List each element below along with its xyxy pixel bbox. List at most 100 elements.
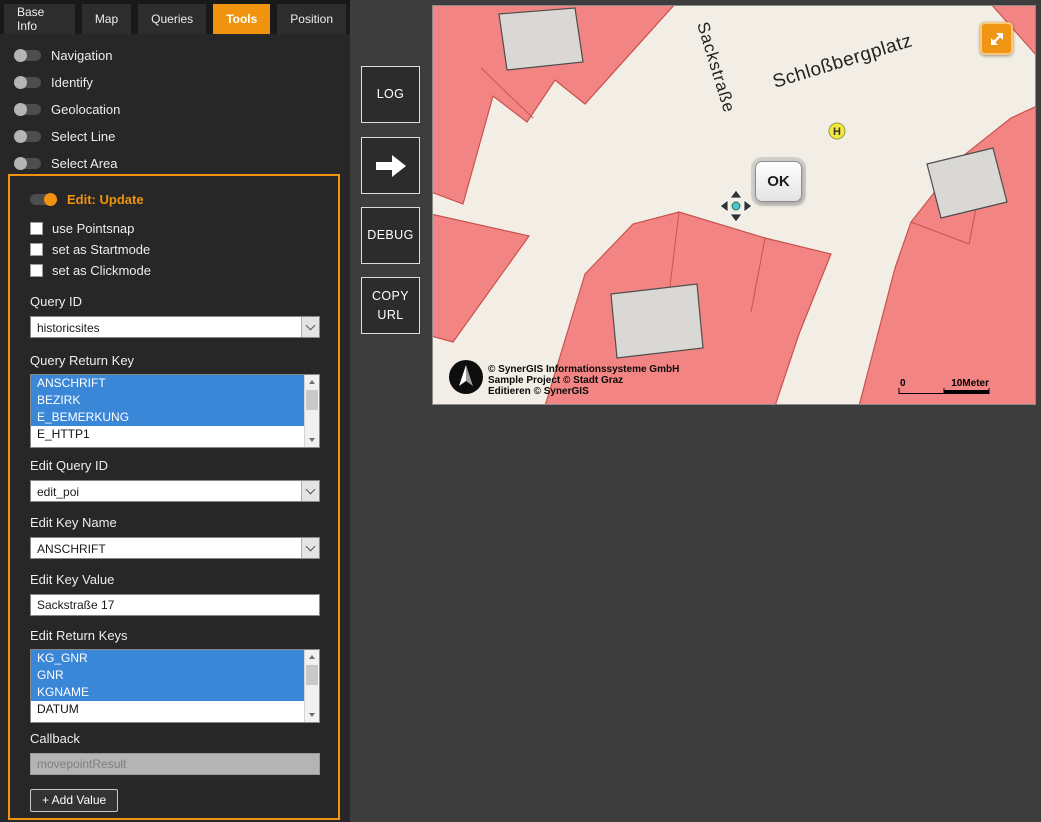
list-item[interactable]: GNR	[31, 667, 304, 684]
edit-key-name-select[interactable]: ANSCHRIFT	[30, 537, 320, 559]
tab-position[interactable]: Position	[277, 4, 346, 34]
forward-button[interactable]	[361, 137, 420, 194]
arrow-down-icon	[309, 438, 315, 442]
listbox-items: ANSCHRIFT BEZIRK E_BEMERKUNG E_HTTP1	[31, 375, 304, 447]
arrow-right-icon	[374, 153, 408, 179]
add-value-button[interactable]: + Add Value	[30, 789, 118, 812]
set-startmode-row[interactable]: set as Startmode	[30, 242, 320, 257]
query-id-label: Query ID	[30, 294, 320, 309]
arrow-up-icon	[309, 380, 315, 384]
list-item[interactable]: ANSCHRIFT	[31, 375, 304, 392]
toggle-row-select-line: Select Line	[14, 129, 350, 143]
edit-update-panel: Edit: Update use Pointsnap set as Startm…	[8, 174, 340, 820]
tab-base-info[interactable]: Base Info	[4, 4, 75, 34]
select-line-toggle[interactable]	[14, 131, 41, 142]
list-item[interactable]: E_BEMERKUNG	[31, 409, 304, 426]
attribution-line: © SynerGIS Informationssysteme GmbH	[488, 364, 679, 375]
query-id-value: historicsites	[31, 317, 301, 337]
scrollbar-up-button[interactable]	[305, 650, 319, 664]
geolocation-toggle[interactable]	[14, 104, 41, 115]
select-area-toggle[interactable]	[14, 158, 41, 169]
hydrant-marker: H	[829, 123, 845, 139]
toggle-row-identify: Identify	[14, 75, 350, 89]
list-item[interactable]: KGNAME	[31, 684, 304, 701]
edit-key-name-dropdown-button[interactable]	[301, 538, 319, 558]
expand-button[interactable]	[980, 22, 1013, 55]
ok-button[interactable]: OK	[755, 161, 802, 202]
query-return-key-label: Query Return Key	[30, 353, 320, 368]
query-id-select[interactable]: historicsites	[30, 316, 320, 338]
list-item[interactable]: DATUM	[31, 701, 304, 718]
edit-key-value-label: Edit Key Value	[30, 572, 320, 587]
tools-sidebar: Base Info Map Queries Tools Position Nav…	[0, 0, 350, 822]
toggle-row-navigation: Navigation	[14, 48, 350, 62]
callback-input	[30, 753, 320, 775]
use-pointsnap-row[interactable]: use Pointsnap	[30, 221, 320, 236]
edit-update-header: Edit: Update	[30, 192, 320, 207]
query-return-key-listbox[interactable]: ANSCHRIFT BEZIRK E_BEMERKUNG E_HTTP1	[30, 374, 320, 448]
edit-checkbox-group: use Pointsnap set as Startmode set as Cl…	[30, 221, 320, 278]
identify-toggle[interactable]	[14, 77, 41, 88]
toggle-knob	[14, 103, 27, 116]
list-item[interactable]: BEZIRK	[31, 392, 304, 409]
set-clickmode-checkbox[interactable]	[30, 264, 43, 277]
h-marker-label: H	[833, 126, 841, 138]
set-startmode-checkbox[interactable]	[30, 243, 43, 256]
toggle-knob	[14, 130, 27, 143]
map-view[interactable]: Sackstraße Schloßbergplatz H © SynerGIS …	[432, 5, 1036, 405]
edit-query-id-select[interactable]: edit_poi	[30, 480, 320, 502]
action-button-column: LOG DEBUG COPY URL	[361, 66, 420, 347]
scrollbar-thumb[interactable]	[306, 665, 318, 685]
tab-bar: Base Info Map Queries Tools Position	[0, 0, 350, 34]
geolocation-label: Geolocation	[51, 102, 120, 117]
identify-label: Identify	[51, 75, 93, 90]
gray-building	[499, 8, 583, 70]
debug-button[interactable]: DEBUG	[361, 207, 420, 264]
navigation-toggle[interactable]	[14, 50, 41, 61]
edit-key-name-value: ANSCHRIFT	[31, 538, 301, 558]
set-startmode-label: set as Startmode	[52, 242, 150, 257]
callback-label: Callback	[30, 731, 320, 746]
query-id-dropdown-button[interactable]	[301, 317, 319, 337]
tab-queries[interactable]: Queries	[138, 4, 206, 34]
edit-query-id-label: Edit Query ID	[30, 458, 320, 473]
tool-toggle-list: Navigation Identify Geolocation Select L…	[0, 34, 350, 170]
chevron-down-icon	[306, 485, 316, 495]
toggle-row-select-area: Select Area	[14, 156, 350, 170]
scrollbar[interactable]	[304, 650, 319, 722]
edit-query-id-dropdown-button[interactable]	[301, 481, 319, 501]
select-line-label: Select Line	[51, 129, 115, 144]
copy-url-button[interactable]: COPY URL	[361, 277, 420, 334]
toggle-knob	[44, 193, 57, 206]
use-pointsnap-checkbox[interactable]	[30, 222, 43, 235]
set-clickmode-label: set as Clickmode	[52, 263, 151, 278]
gray-building	[611, 284, 703, 358]
navigation-label: Navigation	[51, 48, 112, 63]
scrollbar[interactable]	[304, 375, 319, 447]
tab-map[interactable]: Map	[82, 4, 131, 34]
scrollbar-up-button[interactable]	[305, 375, 319, 389]
edit-update-title: Edit: Update	[67, 192, 144, 207]
list-item[interactable]: KG_GNR	[31, 650, 304, 667]
arrow-up-icon	[309, 655, 315, 659]
use-pointsnap-label: use Pointsnap	[52, 221, 134, 236]
attribution-line: Sample Project © Stadt Graz	[488, 375, 623, 386]
map-canvas: Sackstraße Schloßbergplatz H © SynerGIS …	[433, 6, 1035, 404]
chevron-down-icon	[306, 321, 316, 331]
list-item[interactable]: E_HTTP1	[31, 426, 304, 443]
toggle-knob	[14, 49, 27, 62]
scrollbar-thumb[interactable]	[306, 390, 318, 410]
edit-return-keys-listbox[interactable]: KG_GNR GNR KGNAME DATUM	[30, 649, 320, 723]
toggle-knob	[14, 76, 27, 89]
scrollbar-down-button[interactable]	[305, 433, 319, 447]
tab-tools[interactable]: Tools	[213, 4, 270, 34]
scrollbar-down-button[interactable]	[305, 708, 319, 722]
toggle-row-geolocation: Geolocation	[14, 102, 350, 116]
edit-key-value-input[interactable]	[30, 594, 320, 616]
set-clickmode-row[interactable]: set as Clickmode	[30, 263, 320, 278]
select-area-label: Select Area	[51, 156, 118, 171]
edit-update-toggle[interactable]	[30, 194, 57, 205]
north-arrow-icon	[449, 360, 483, 394]
log-button[interactable]: LOG	[361, 66, 420, 123]
arrow-down-icon	[309, 713, 315, 717]
